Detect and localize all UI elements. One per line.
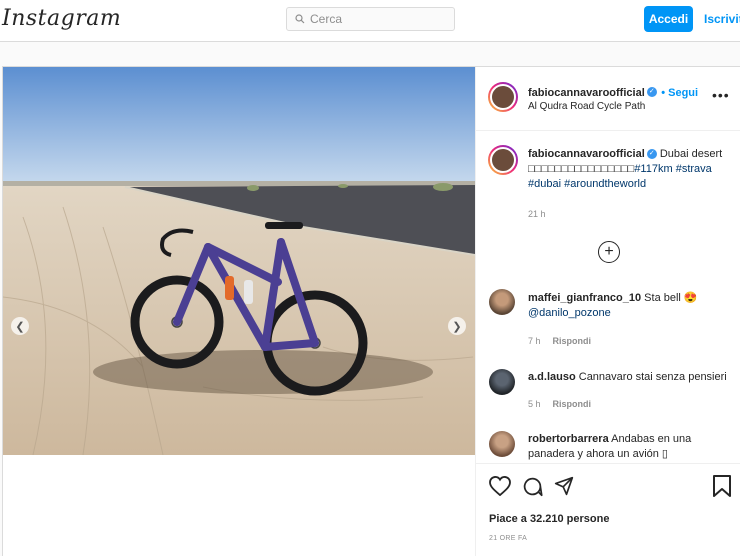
caption-time: 21 h bbox=[528, 209, 546, 219]
chevron-left-icon[interactable]: ❮ bbox=[11, 317, 29, 335]
hashtag-link[interactable]: #strava bbox=[676, 163, 712, 175]
avatar[interactable] bbox=[489, 431, 515, 457]
search-icon bbox=[295, 14, 305, 24]
post-location[interactable]: Al Qudra Road Cycle Path bbox=[528, 101, 645, 112]
avatar[interactable] bbox=[488, 82, 518, 112]
avatar[interactable] bbox=[489, 369, 515, 395]
comment-username[interactable]: a.d.lauso bbox=[528, 371, 576, 383]
bicycle-desert-photo bbox=[3, 67, 475, 455]
caption: fabiocannavaroofficial ✓ Dubai desert □□□… bbox=[528, 147, 733, 192]
comment: a.d.lauso Cannavaro stai senza pensieri bbox=[528, 370, 733, 385]
caption-username[interactable]: fabiocannavaroofficial bbox=[528, 148, 645, 160]
comment-meta: 5 h Rispondi bbox=[528, 399, 591, 409]
add-comment-icon[interactable]: + bbox=[598, 241, 620, 263]
caption-symbols: □□□□□□□□□□□□□□□□ bbox=[528, 163, 635, 175]
chevron-right-icon[interactable]: ❯ bbox=[448, 317, 466, 335]
login-button[interactable]: Accedi bbox=[644, 6, 693, 32]
follow-button[interactable]: • Segui bbox=[661, 87, 698, 99]
more-options-icon[interactable]: ••• bbox=[712, 87, 730, 103]
verified-badge-icon: ✓ bbox=[646, 149, 657, 160]
post-sidebar: fabiocannavaroofficial ✓ • Segui Al Qudra… bbox=[475, 67, 740, 556]
comment-time: 5 h bbox=[528, 399, 541, 409]
comment-meta: 7 h Rispondi bbox=[528, 336, 591, 346]
share-icon[interactable] bbox=[554, 476, 574, 496]
heart-icon[interactable] bbox=[489, 476, 511, 496]
reply-button[interactable]: Rispondi bbox=[553, 336, 592, 346]
post-actions bbox=[476, 463, 740, 556]
comment-username[interactable]: maffei_gianfranco_10 bbox=[528, 292, 641, 304]
comment: robertorbarrera Andabas en una panadera … bbox=[528, 432, 733, 462]
hashtag-link[interactable]: #aroundtheworld bbox=[564, 178, 646, 190]
instagram-logo[interactable]: Instagram bbox=[2, 6, 121, 31]
avatar[interactable] bbox=[489, 289, 515, 315]
post-header: fabiocannavaroofficial ✓ • Segui Al Qudra… bbox=[476, 67, 740, 131]
comment-time: 7 h bbox=[528, 336, 541, 346]
top-navigation-bar: Instagram Accedi Iscriviti bbox=[0, 0, 740, 42]
signup-link[interactable]: Iscriviti bbox=[704, 12, 740, 26]
comment-text: Sta bell 😍 bbox=[644, 292, 698, 304]
hashtag-link[interactable]: #117km bbox=[634, 163, 672, 175]
likes-count[interactable]: Piace a 32.210 persone bbox=[489, 513, 609, 525]
post-timestamp: 21 ORE FA bbox=[489, 535, 528, 542]
post-card: ❮ ❯ fabiocannavaroofficial ✓ • Segui Al Q… bbox=[2, 66, 740, 556]
post-username[interactable]: fabiocannavaroofficial bbox=[528, 87, 645, 99]
mention-link[interactable]: @danilo_pozone bbox=[528, 307, 611, 319]
post-photo[interactable]: ❮ ❯ bbox=[3, 67, 475, 455]
caption-text: Dubai desert bbox=[659, 148, 723, 160]
search-box[interactable] bbox=[286, 7, 455, 31]
comment-username[interactable]: robertorbarrera bbox=[528, 433, 609, 445]
caption-avatar[interactable] bbox=[488, 145, 518, 175]
verified-badge-icon: ✓ bbox=[646, 86, 657, 97]
search-input[interactable] bbox=[310, 12, 440, 26]
bookmark-icon[interactable] bbox=[713, 475, 731, 497]
comment-text: Cannavaro stai senza pensieri bbox=[578, 371, 727, 383]
reply-button[interactable]: Rispondi bbox=[553, 399, 592, 409]
comment-icon[interactable] bbox=[522, 476, 543, 497]
hashtag-link[interactable]: #dubai bbox=[528, 178, 561, 190]
comment: maffei_gianfranco_10 Sta bell 😍 @danilo_… bbox=[528, 291, 733, 321]
